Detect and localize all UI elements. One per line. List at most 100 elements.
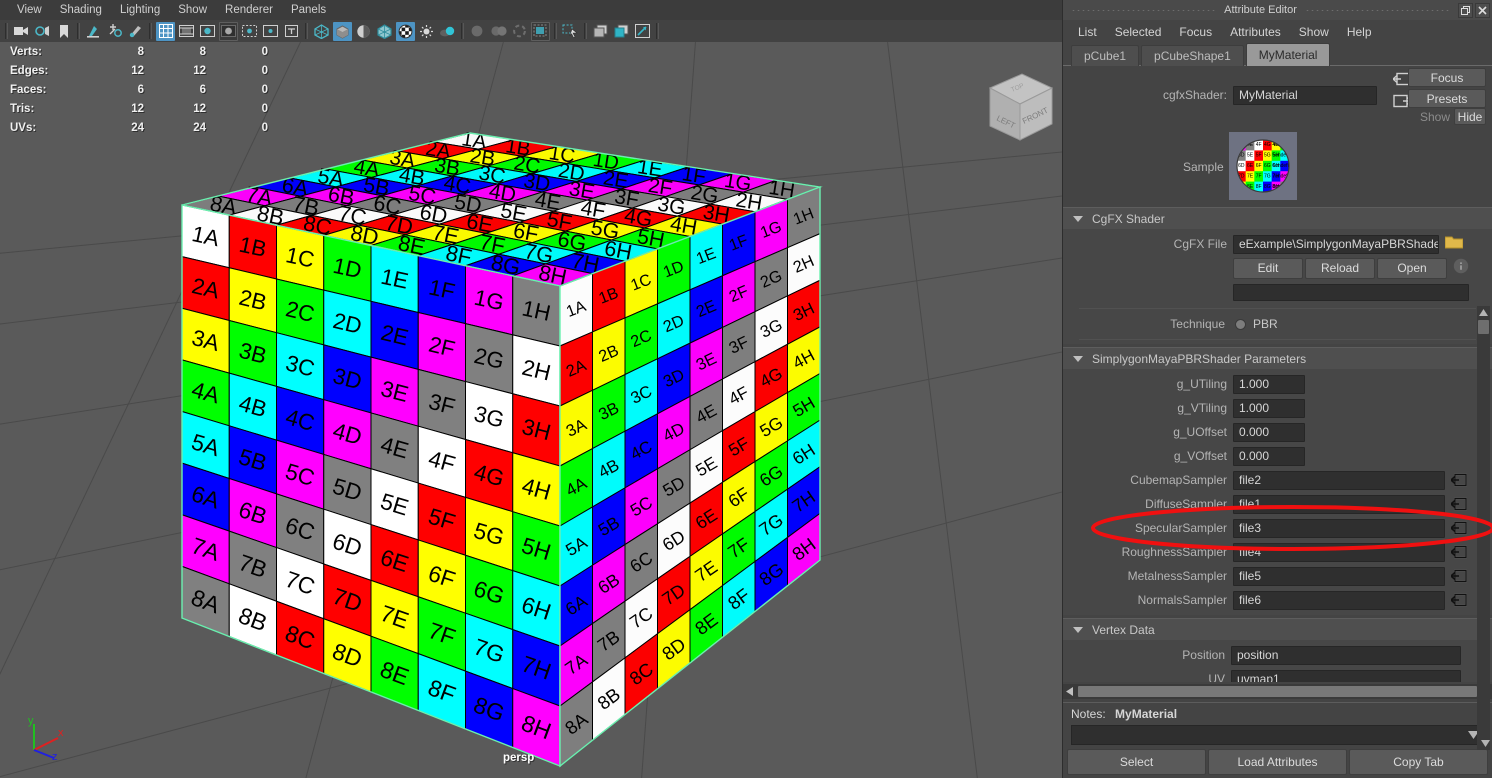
flat-shading-icon[interactable] xyxy=(354,22,373,41)
xray-joints-toggle-icon[interactable] xyxy=(612,22,631,41)
presets-button[interactable]: Presets xyxy=(1408,89,1486,108)
cgfx-file-input[interactable]: eExample\SimplygonMayaPBRShader.fx xyxy=(1233,235,1439,254)
bottom-button-load-attributes[interactable]: Load Attributes xyxy=(1208,749,1347,775)
ae-menu-list[interactable]: List xyxy=(1069,20,1106,44)
ae-tab-pCube1[interactable]: pCube1 xyxy=(1071,45,1139,66)
resolution-gate-icon[interactable] xyxy=(198,22,217,41)
grid-toggle-icon[interactable] xyxy=(156,22,175,41)
param-input[interactable]: 0.000 xyxy=(1233,423,1305,442)
edit-button[interactable]: Edit xyxy=(1233,258,1303,279)
open-button[interactable]: Open xyxy=(1377,258,1447,279)
viewport-panel[interactable]: 1A1B1C1D1E1F1G1H2A2B2C2D2E2F2G2H3A3B3C3D… xyxy=(0,0,1062,778)
smooth-shading-icon[interactable] xyxy=(333,22,352,41)
ae-menu-attributes[interactable]: Attributes xyxy=(1221,20,1290,44)
grease-pencil-icon[interactable] xyxy=(105,22,124,41)
scroll-down-arrow[interactable] xyxy=(1479,737,1492,750)
sample-swatch[interactable]: 4D4E4F4G4H4undefined5D5E5F5G5H5undefined… xyxy=(1229,132,1297,200)
show-button[interactable]: Show xyxy=(1420,110,1450,124)
ae-menu-help[interactable]: Help xyxy=(1338,20,1381,44)
map-button-icon[interactable] xyxy=(1451,569,1467,583)
screen-space-ao-icon[interactable] xyxy=(468,22,487,41)
ae-menu-focus[interactable]: Focus xyxy=(1170,20,1221,44)
cgfx-shader-name-input[interactable]: MyMaterial xyxy=(1233,86,1377,105)
viewport-toolbar[interactable] xyxy=(0,20,1062,42)
vscroll-thumb[interactable] xyxy=(1478,320,1489,334)
folder-icon[interactable] xyxy=(1445,235,1463,254)
ae-tab-pCubeShape1[interactable]: pCubeShape1 xyxy=(1141,45,1244,66)
bottom-button-copy-tab[interactable]: Copy Tab xyxy=(1349,749,1488,775)
viewport-menu-lighting[interactable]: Lighting xyxy=(111,0,169,20)
camera-attributes-icon[interactable] xyxy=(33,22,52,41)
section-header-params[interactable]: SimplygonMayaPBRShader Parameters xyxy=(1063,347,1492,369)
map-button-icon[interactable] xyxy=(1451,521,1467,535)
vertex-param-input[interactable]: position xyxy=(1231,646,1461,665)
exposure-icon[interactable] xyxy=(633,22,652,41)
info-icon[interactable] xyxy=(1453,258,1469,279)
map-button-icon[interactable] xyxy=(1451,497,1467,511)
gate-mask-icon[interactable] xyxy=(219,22,238,41)
hide-button[interactable]: Hide xyxy=(1454,108,1486,125)
close-icon[interactable] xyxy=(1475,3,1490,18)
multisample-icon[interactable] xyxy=(510,22,529,41)
attribute-editor-panel[interactable]: Attribute Editor ListSelectedFocusAttrib… xyxy=(1062,0,1492,778)
camera-icon[interactable] xyxy=(12,22,31,41)
text-toggle-icon[interactable] xyxy=(282,22,301,41)
shadows-icon[interactable] xyxy=(438,22,457,41)
bookmark-icon[interactable] xyxy=(54,22,73,41)
sampler-input[interactable]: file2 xyxy=(1233,471,1445,490)
paint-effects-icon[interactable] xyxy=(84,22,103,41)
technique-radio[interactable] xyxy=(1235,319,1246,330)
reload-button[interactable]: Reload xyxy=(1305,258,1375,279)
selection-highlight-icon[interactable] xyxy=(240,22,259,41)
viewport-menu-view[interactable]: View xyxy=(8,0,51,20)
map-button-icon[interactable] xyxy=(1451,473,1467,487)
hscroll-thumb[interactable] xyxy=(1078,686,1477,697)
film-gate-icon[interactable] xyxy=(177,22,196,41)
ae-menu-show[interactable]: Show xyxy=(1290,20,1338,44)
viewport-menu-panels[interactable]: Panels xyxy=(282,0,335,20)
sampler-input[interactable]: file3 xyxy=(1233,519,1445,538)
xray-active-components-icon[interactable] xyxy=(591,22,610,41)
sampler-input[interactable]: file6 xyxy=(1233,591,1445,610)
viewport-menu-show[interactable]: Show xyxy=(169,0,216,20)
scroll-left-arrow[interactable] xyxy=(1063,685,1076,698)
viewport-menu-shading[interactable]: Shading xyxy=(51,0,111,20)
param-input[interactable]: 1.000 xyxy=(1233,375,1305,394)
scroll-up-arrow[interactable] xyxy=(1477,306,1490,319)
param-input[interactable]: 1.000 xyxy=(1233,399,1305,418)
motion-blur-icon[interactable] xyxy=(489,22,508,41)
attribute-editor-menubar[interactable]: ListSelectedFocusAttributesShowHelp xyxy=(1063,20,1492,44)
attribute-editor-hscrollbar[interactable] xyxy=(1063,684,1492,699)
vertex-param-input[interactable]: uvmap1 xyxy=(1231,670,1461,683)
restore-icon[interactable] xyxy=(1458,3,1473,18)
param-input[interactable]: 0.000 xyxy=(1233,447,1305,466)
sampler-input[interactable]: file1 xyxy=(1233,495,1445,514)
section-header-cgfx-shader[interactable]: CgFX Shader xyxy=(1063,207,1492,229)
texture-placement-icon[interactable] xyxy=(261,22,280,41)
wireframe-on-shaded-icon[interactable] xyxy=(375,22,394,41)
textured-icon[interactable] xyxy=(396,22,415,41)
isolate-select-icon[interactable] xyxy=(531,22,550,41)
section-header-vertex-data[interactable]: Vertex Data xyxy=(1063,618,1492,640)
attribute-editor-bottom-buttons[interactable]: SelectLoad AttributesCopy Tab xyxy=(1063,745,1492,778)
sample-texel-label: 8G xyxy=(1264,184,1271,190)
notes-input[interactable] xyxy=(1071,725,1484,745)
ae-tab-MyMaterial[interactable]: MyMaterial xyxy=(1246,43,1331,66)
viewport-menubar[interactable]: ViewShadingLightingShowRendererPanels xyxy=(0,0,1062,20)
toolbar-separator xyxy=(5,23,8,39)
ae-menu-selected[interactable]: Selected xyxy=(1106,20,1171,44)
attribute-editor-vscrollbar[interactable] xyxy=(1477,306,1490,750)
focus-button[interactable]: Focus xyxy=(1408,68,1486,87)
bottom-button-select[interactable]: Select xyxy=(1067,749,1206,775)
use-all-lights-icon[interactable] xyxy=(417,22,436,41)
attribute-editor-tabs[interactable]: pCube1pCubeShape1MyMaterial xyxy=(1063,44,1492,66)
map-button-icon[interactable] xyxy=(1451,545,1467,559)
xray-icon[interactable] xyxy=(561,22,580,41)
sampler-input[interactable]: file5 xyxy=(1233,567,1445,586)
sampler-input[interactable]: file4 xyxy=(1233,543,1445,562)
map-button-icon[interactable] xyxy=(1451,593,1467,607)
viewport-menu-renderer[interactable]: Renderer xyxy=(216,0,282,20)
xray-joints-icon[interactable] xyxy=(126,22,145,41)
wireframe-shading-icon[interactable] xyxy=(312,22,331,41)
view-cube[interactable]: LEFT FRONT TOP xyxy=(960,62,1056,148)
